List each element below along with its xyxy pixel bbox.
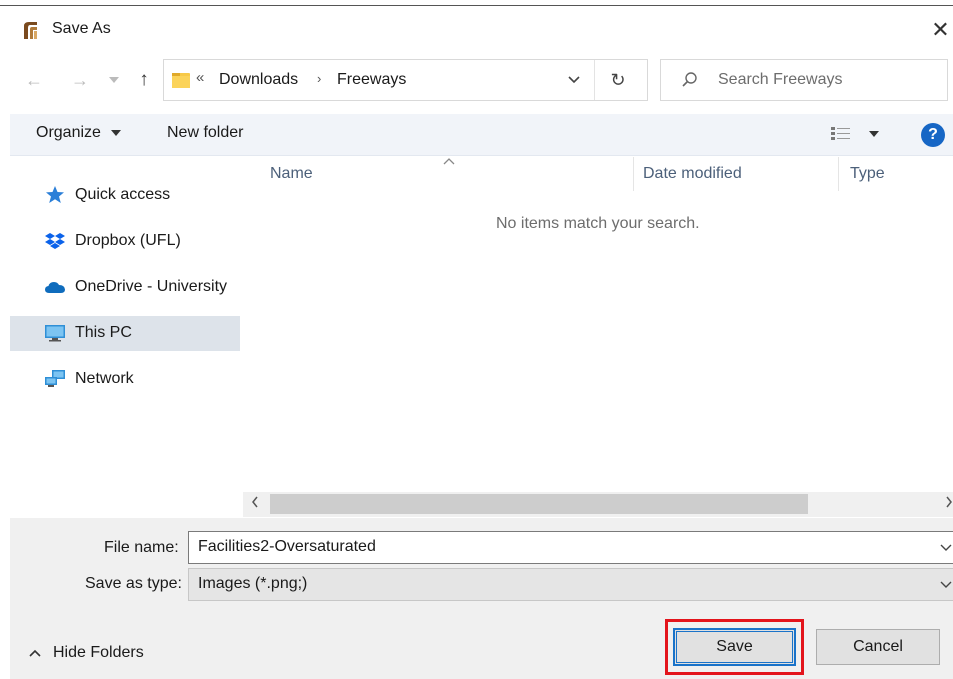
sidebar-item-onedrive[interactable]: OneDrive - University <box>10 270 240 305</box>
save-as-type-value: Images (*.png;) <box>198 575 308 592</box>
column-header-date-modified[interactable]: Date modified <box>643 165 742 183</box>
sidebar-item-dropbox[interactable]: Dropbox (UFL) <box>10 224 240 259</box>
chevron-down-icon <box>568 76 580 84</box>
caret-down-icon <box>111 130 121 136</box>
sidebar-item-label: OneDrive - University <box>75 278 228 295</box>
sort-ascending-icon <box>443 157 455 168</box>
address-dropdown-button[interactable] <box>564 68 584 92</box>
close-icon: ✕ <box>931 17 950 42</box>
view-options-icon[interactable] <box>830 125 852 143</box>
help-icon[interactable]: ? <box>921 123 945 147</box>
breadcrumb-separator-icon[interactable]: › <box>317 71 321 86</box>
address-bar[interactable]: « Downloads › Freeways ↻ <box>163 59 648 101</box>
network-icon <box>44 369 66 389</box>
file-name-value[interactable]: Facilities2-Oversaturated <box>198 538 376 556</box>
refresh-icon: ↻ <box>610 69 626 90</box>
file-name-field[interactable]: Facilities2-Oversaturated <box>188 531 953 564</box>
column-divider[interactable] <box>633 157 634 191</box>
chevron-up-icon <box>27 645 43 661</box>
monitor-icon <box>44 323 66 343</box>
sidebar-item-this-pc[interactable]: This PC <box>10 316 240 351</box>
sidebar-item-label: Network <box>75 370 134 387</box>
breadcrumb-downloads[interactable]: Downloads <box>219 71 298 89</box>
file-name-dropdown-button[interactable] <box>937 537 953 559</box>
chevron-down-icon <box>940 581 952 588</box>
forward-button[interactable]: → <box>68 66 92 94</box>
dropbox-icon <box>44 231 66 251</box>
sidebar-item-label: Dropbox (UFL) <box>75 232 181 249</box>
save-as-dialog: Save As ✕ ← → ↑ « Downloads › Freeways ↻… <box>0 0 953 679</box>
app-icon <box>22 20 40 40</box>
close-button[interactable]: ✕ <box>928 15 953 45</box>
sidebar-item-label: This PC <box>75 324 132 341</box>
search-box[interactable]: Search Freeways <box>660 59 948 101</box>
arrow-left-icon: ← <box>25 69 43 90</box>
organize-button[interactable]: Organize <box>36 124 101 142</box>
refresh-button[interactable]: ↻ <box>604 68 632 92</box>
chevron-down-icon <box>940 544 952 551</box>
save-form: File name: Facilities2-Oversaturated Sav… <box>10 518 953 679</box>
address-divider <box>594 60 595 100</box>
save-as-type-select[interactable]: Images (*.png;) <box>188 568 953 601</box>
chevron-down-icon <box>109 75 119 86</box>
star-icon <box>44 185 66 205</box>
folder-icon <box>171 70 191 90</box>
column-header-type[interactable]: Type <box>850 165 885 183</box>
arrow-right-icon: → <box>71 69 89 90</box>
title-bar: Save As ✕ <box>0 7 953 49</box>
hide-folders-label: Hide Folders <box>53 644 144 661</box>
save-as-type-dropdown-button[interactable] <box>937 574 953 596</box>
breadcrumb-freeways[interactable]: Freeways <box>337 71 406 89</box>
back-button[interactable]: ← <box>22 66 46 94</box>
new-folder-button[interactable]: New folder <box>167 124 243 142</box>
sidebar-item-label: Quick access <box>75 186 171 203</box>
window-edge <box>0 0 953 6</box>
column-divider[interactable] <box>838 157 839 191</box>
sidebar-item-quick-access[interactable]: Quick access <box>10 178 240 213</box>
view-caret-down-icon[interactable] <box>869 131 879 137</box>
file-name-label: File name: <box>104 539 179 556</box>
command-bar: Organize New folder ? <box>10 114 953 156</box>
empty-state-message: No items match your search. <box>496 215 700 232</box>
cloud-icon <box>44 277 66 297</box>
arrow-up-icon: ↑ <box>139 69 149 90</box>
hide-folders-button[interactable]: Hide Folders <box>27 641 144 665</box>
recent-locations-button[interactable] <box>104 66 124 94</box>
column-header-name[interactable]: Name <box>270 165 313 183</box>
file-list[interactable]: Name Date modified Type No items match y… <box>243 157 953 492</box>
scroll-left-icon[interactable] <box>251 495 259 511</box>
save-as-type-label: Save as type: <box>85 575 182 592</box>
overflow-chevron-icon[interactable]: « <box>196 69 204 86</box>
search-icon <box>681 71 699 89</box>
scrollbar-thumb[interactable] <box>270 494 808 514</box>
save-button[interactable]: Save <box>673 628 796 666</box>
window-title: Save As <box>52 20 111 37</box>
cancel-button[interactable]: Cancel <box>816 629 940 665</box>
sidebar-item-network[interactable]: Network <box>10 362 240 397</box>
scroll-right-icon[interactable] <box>945 495 953 511</box>
search-input[interactable]: Search Freeways <box>718 71 843 89</box>
up-button[interactable]: ↑ <box>130 66 158 94</box>
horizontal-scrollbar[interactable] <box>243 492 953 517</box>
navigation-pane: Quick access Dropbox (UFL) OneDrive - Un… <box>10 157 242 517</box>
